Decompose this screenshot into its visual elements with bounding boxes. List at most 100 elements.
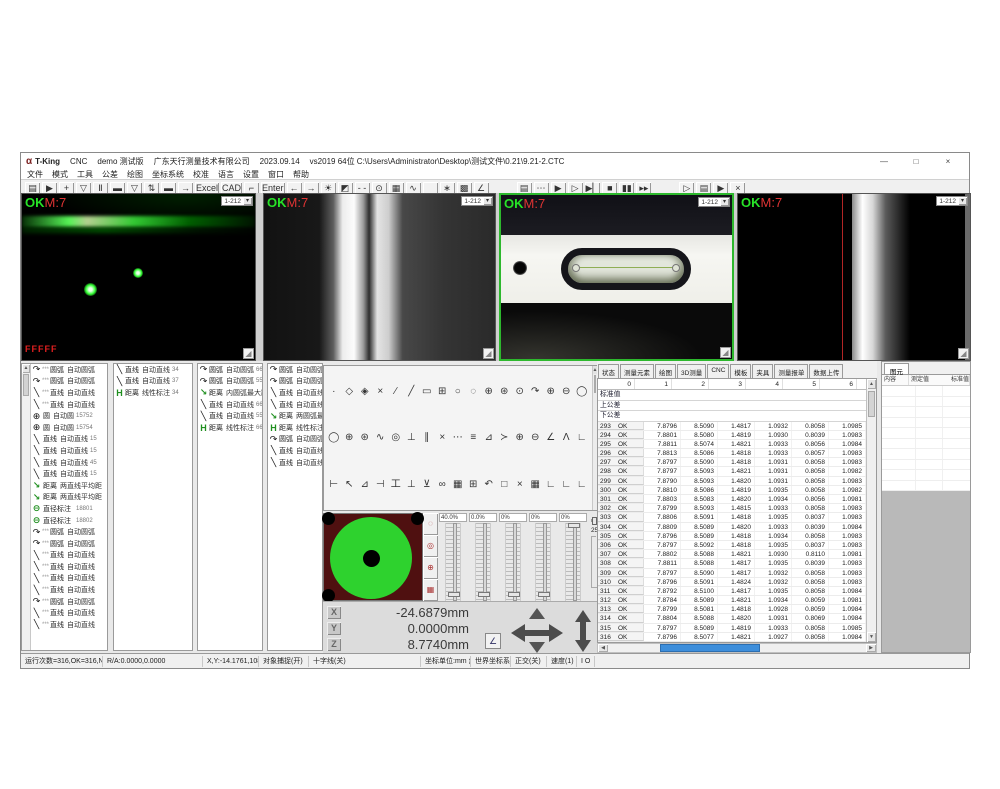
- measure-tool-icon[interactable]: ◯: [326, 430, 342, 445]
- result-cell[interactable]: 1.0934: [755, 532, 792, 540]
- result-cell[interactable]: 1.0933: [755, 624, 792, 632]
- result-cell[interactable]: 7.8811: [644, 440, 681, 448]
- result-cell[interactable]: 8.5086: [681, 449, 718, 457]
- measure-tool-icon[interactable]: ∠: [543, 430, 559, 445]
- measure-tool-icon[interactable]: ◇: [342, 384, 358, 399]
- scroll-thumb[interactable]: [868, 391, 875, 417]
- result-cell[interactable]: 8.5088: [681, 550, 718, 558]
- measure-list-item[interactable]: ↷ *** 圆弧 自动圆弧: [31, 538, 107, 550]
- result-row[interactable]: 308OK 7.88118.50881.48171.09350.80391.09…: [598, 559, 866, 568]
- measure-list-item[interactable]: ↘ 距离 两圆弧最大距: [268, 410, 322, 422]
- result-cell[interactable]: 1.4821: [718, 596, 755, 604]
- measure-list-item[interactable]: ╲ *** 直线 自动直线: [31, 573, 107, 585]
- result-cell[interactable]: 1.0984: [829, 523, 866, 531]
- result-cell[interactable]: 1.0983: [829, 458, 866, 466]
- jog-left-arrow[interactable]: [511, 624, 525, 642]
- result-cell[interactable]: 1.0932: [755, 569, 792, 577]
- measure-tool-icon[interactable]: ⊞: [435, 384, 451, 399]
- light-slider[interactable]: 0%: [558, 513, 588, 601]
- result-cell[interactable]: 7.8796: [644, 532, 681, 540]
- result-cell[interactable]: 0.8058: [792, 578, 829, 586]
- measure-tool-icon[interactable]: ⊢: [326, 477, 342, 492]
- measure-tool-icon[interactable]: ∟: [574, 430, 590, 445]
- result-cell[interactable]: 1.4817: [718, 559, 755, 567]
- measure-list-item[interactable]: ⊖ 直径标注 18802: [31, 515, 107, 527]
- result-cell[interactable]: 1.0981: [829, 495, 866, 503]
- measure-tool-icon[interactable]: ⊕: [512, 430, 528, 445]
- result-cell[interactable]: 1.0934: [755, 596, 792, 604]
- measure-tool-icon[interactable]: ∕: [388, 384, 404, 399]
- result-cell[interactable]: 7.8790: [644, 477, 681, 485]
- result-cell[interactable]: 1.4821: [718, 633, 755, 641]
- measure-tool-icon[interactable]: ↖: [342, 477, 358, 492]
- result-cell[interactable]: 8.5093: [681, 504, 718, 512]
- measure-tool-icon[interactable]: ∿: [373, 430, 389, 445]
- row-header[interactable]: 305OK: [598, 532, 644, 540]
- result-row[interactable]: 294OK 7.88018.50801.48191.09300.80391.09…: [598, 431, 866, 440]
- result-cell[interactable]: 1.4821: [718, 550, 755, 558]
- result-cell[interactable]: 1.0935: [755, 513, 792, 521]
- result-cell[interactable]: 7.8809: [644, 523, 681, 531]
- ring-segment-button[interactable]: ▦: [423, 579, 438, 601]
- result-cell[interactable]: 0.8058: [792, 422, 829, 430]
- measure-tool-icon[interactable]: ∟: [559, 477, 575, 492]
- result-cell[interactable]: 8.5100: [681, 587, 718, 595]
- result-cell[interactable]: 1.0983: [829, 569, 866, 577]
- slider-thumb[interactable]: [448, 592, 460, 597]
- measure-tool-icon[interactable]: ⊕: [543, 384, 559, 399]
- measure-list-item[interactable]: ⊕ 圆 自动圆 15752: [31, 410, 107, 422]
- element-row[interactable]: [882, 460, 970, 471]
- column-header[interactable]: 4: [746, 379, 783, 389]
- jog-down-arrow[interactable]: [529, 642, 545, 653]
- result-cell[interactable]: 1.0933: [755, 449, 792, 457]
- result-cell[interactable]: 1.0931: [755, 477, 792, 485]
- measure-list-item[interactable]: ↘ 距离 两直线平均距: [31, 480, 107, 492]
- result-cell[interactable]: 1.0983: [829, 477, 866, 485]
- result-cell[interactable]: 0.8058: [792, 486, 829, 494]
- measure-list-item[interactable]: ↷ 圆弧 自动圆弧 55: [198, 376, 262, 388]
- measure-tool-icon[interactable]: ⊕: [481, 384, 497, 399]
- row-header[interactable]: 312OK: [598, 596, 644, 604]
- window-control-button[interactable]: ×: [937, 157, 959, 166]
- table-vertical-scrollbar[interactable]: ▲ ▼: [866, 379, 876, 642]
- axis-button[interactable]: Y: [327, 622, 341, 635]
- result-cell[interactable]: 1.0985: [829, 624, 866, 632]
- result-cell[interactable]: 0.8057: [792, 449, 829, 457]
- measure-tool-icon[interactable]: ⋯: [450, 430, 466, 445]
- measure-tool-icon[interactable]: ⊖: [559, 384, 575, 399]
- measure-list-item[interactable]: H 距离 线性标注 66: [198, 422, 262, 434]
- measure-list-item[interactable]: ╲ 直线 自动直线 66: [198, 399, 262, 411]
- window-control-button[interactable]: —: [873, 157, 895, 166]
- result-cell[interactable]: 8.5074: [681, 440, 718, 448]
- column-header[interactable]: 1: [635, 379, 672, 389]
- result-cell[interactable]: 1.0985: [829, 422, 866, 430]
- row-header[interactable]: 294OK: [598, 431, 644, 439]
- row-header[interactable]: 309OK: [598, 569, 644, 577]
- result-cell[interactable]: 1.0935: [755, 587, 792, 595]
- result-row[interactable]: 298OK 7.87978.50931.48211.09310.80581.09…: [598, 467, 866, 476]
- measure-tool-icon[interactable]: ⊿: [357, 477, 373, 492]
- measure-list-item[interactable]: ╲ 直线 自动直线 55: [198, 410, 262, 422]
- measure-tool-icon[interactable]: ⊖: [528, 430, 544, 445]
- resize-icon[interactable]: ◢: [720, 347, 731, 358]
- result-cell[interactable]: 8.5086: [681, 486, 718, 494]
- result-cell[interactable]: 0.8039: [792, 431, 829, 439]
- row-header[interactable]: 298OK: [598, 467, 644, 475]
- result-cell[interactable]: 7.8792: [644, 587, 681, 595]
- result-row[interactable]: 295OK 7.88118.50741.48211.09330.80561.09…: [598, 440, 866, 449]
- result-cell[interactable]: 0.8058: [792, 633, 829, 641]
- row-header[interactable]: 302OK: [598, 504, 644, 512]
- measure-list-item[interactable]: ╲ 直线 自动直线 15: [31, 434, 107, 446]
- result-cell[interactable]: 1.0981: [829, 596, 866, 604]
- result-cell[interactable]: 1.0932: [755, 578, 792, 586]
- result-cell[interactable]: 1.0982: [829, 467, 866, 475]
- measure-list-item[interactable]: ╲ 直线 自动直线 55: [268, 457, 322, 469]
- result-cell[interactable]: 1.0931: [755, 467, 792, 475]
- measure-list-item[interactable]: ╲ *** 直线 自动直线: [31, 619, 107, 631]
- measure-tool-icon[interactable]: ⊛: [497, 384, 513, 399]
- result-row[interactable]: 300OK 7.88108.50861.48191.09350.80581.09…: [598, 486, 866, 495]
- measure-tool-icon[interactable]: ◌: [466, 384, 482, 399]
- results-tab[interactable]: 状态: [598, 364, 619, 378]
- element-tab[interactable]: 图元: [884, 363, 909, 374]
- result-cell[interactable]: 7.8799: [644, 605, 681, 613]
